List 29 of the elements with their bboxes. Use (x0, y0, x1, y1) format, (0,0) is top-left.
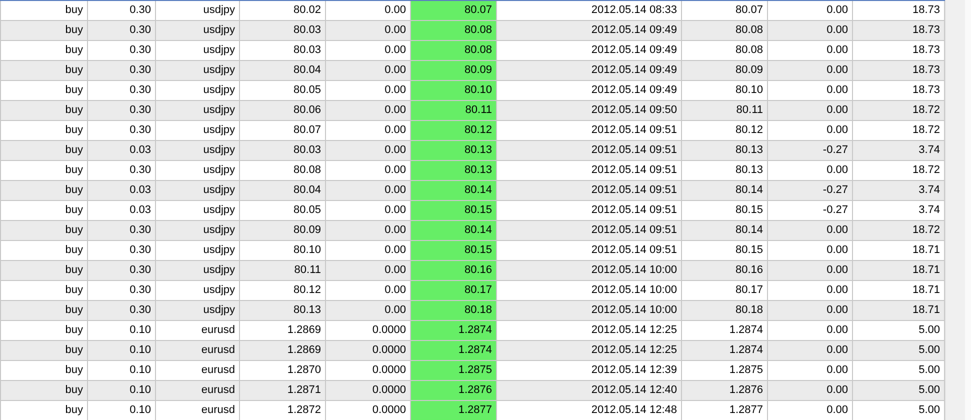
table-cell: 80.14 (411, 181, 497, 201)
table-cell: 80.15 (411, 201, 497, 221)
table-cell: 0.10 (88, 401, 156, 420)
table-cell: 80.15 (411, 241, 497, 261)
table-cell: 80.10 (411, 81, 497, 101)
table-cell: 1.2874 (411, 321, 497, 341)
table-cell: 80.17 (411, 281, 497, 301)
table-cell: 1.2874 (411, 341, 497, 361)
table-cell: 1.2876 (411, 381, 497, 401)
table-cell: 80.13 (411, 161, 497, 181)
table-cell: 80.18 (411, 301, 497, 321)
table-cell: 80.07 (411, 1, 497, 21)
table-cell: 80.08 (411, 21, 497, 41)
table-cell: 80.12 (411, 121, 497, 141)
table-cell: 80.14 (411, 221, 497, 241)
table-cell: 80.09 (411, 61, 497, 81)
table-cell: 80.08 (411, 41, 497, 61)
table-cell: 0.00 (768, 401, 853, 420)
table-cell: buy (0, 401, 88, 420)
table-cell: 1.2875 (411, 361, 497, 381)
table-cell: 2012.05.14 12:48 (497, 401, 682, 420)
table-cell: 1.2872 (240, 401, 326, 420)
table-cell: 80.13 (411, 141, 497, 161)
table-cell: 1.2877 (411, 401, 497, 420)
table-cell: 1.2877 (682, 401, 768, 420)
table-cell: 80.16 (411, 261, 497, 281)
table-cell: eurusd (156, 401, 240, 420)
table-cell: 80.11 (411, 101, 497, 121)
scrollbar-track[interactable] (945, 0, 971, 420)
